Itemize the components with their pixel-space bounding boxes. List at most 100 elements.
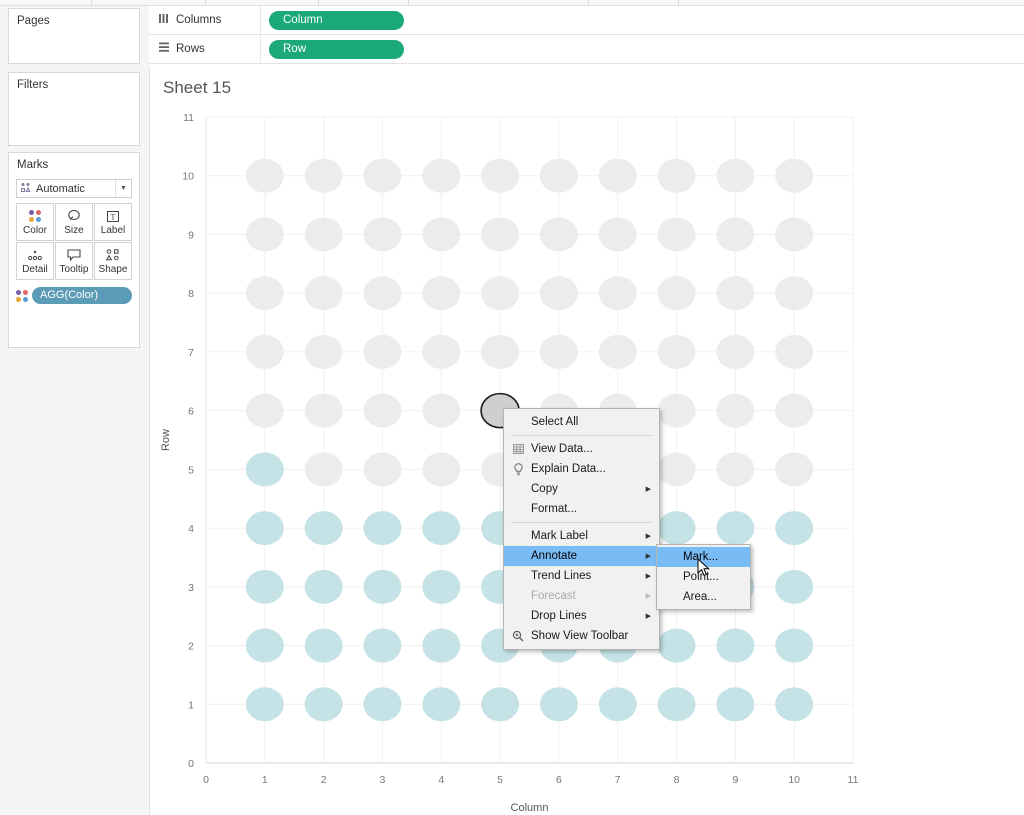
mark-point[interactable] [481,687,520,722]
mark-point[interactable] [245,276,284,311]
annotate-submenu[interactable]: Mark... Point... Area... [656,544,751,610]
mark-point[interactable] [422,393,461,428]
mark-point[interactable] [775,687,814,722]
mark-point[interactable] [363,334,402,369]
mark-point[interactable] [245,628,284,663]
mark-point[interactable] [775,217,814,252]
pill-column[interactable]: Column [269,10,404,30]
mark-point[interactable] [422,569,461,604]
context-menu-item-drop-lines[interactable]: Drop Lines ▶ [504,606,659,626]
mark-point[interactable] [716,158,755,193]
marks-shape-button[interactable]: Shape [94,242,132,280]
mark-point[interactable] [716,628,755,663]
pill-row[interactable]: Row [269,39,404,59]
mark-point[interactable] [775,393,814,428]
mark-point[interactable] [657,628,696,663]
mark-point[interactable] [716,217,755,252]
mark-point[interactable] [245,452,284,487]
annotate-submenu-item-area[interactable]: Area... [657,587,750,607]
mark-point[interactable] [245,687,284,722]
filters-card[interactable]: Filters [8,72,140,146]
mark-point[interactable] [422,158,461,193]
mark-point[interactable] [422,334,461,369]
context-menu-item-trend-lines[interactable]: Trend Lines ▶ [504,566,659,586]
mark-point[interactable] [539,334,578,369]
mark-point[interactable] [363,569,402,604]
mark-point[interactable] [422,276,461,311]
context-menu-item-mark-label[interactable]: Mark Label ▶ [504,526,659,546]
mark-point[interactable] [775,511,814,546]
mark-point[interactable] [422,628,461,663]
mark-point[interactable] [657,158,696,193]
mark-point[interactable] [304,158,343,193]
mark-point[interactable] [775,628,814,663]
mark-point[interactable] [657,217,696,252]
mark-point[interactable] [245,511,284,546]
mark-point[interactable] [304,393,343,428]
mark-point[interactable] [539,687,578,722]
mark-point[interactable] [775,569,814,604]
marks-color-button[interactable]: Color [16,203,54,241]
mark-point[interactable] [598,334,637,369]
marks-size-button[interactable]: Size [55,203,93,241]
rows-shelf-pills[interactable]: Row [261,39,1024,59]
mark-point[interactable] [775,158,814,193]
mark-point[interactable] [716,334,755,369]
mark-point[interactable] [363,158,402,193]
mark-point[interactable] [598,158,637,193]
mark-point[interactable] [598,687,637,722]
context-menu-item-show-view-toolbar[interactable]: Show View Toolbar [504,626,659,646]
mark-point[interactable] [363,276,402,311]
mark-point[interactable] [304,217,343,252]
mark-point[interactable] [363,628,402,663]
mark-point[interactable] [304,687,343,722]
mark-point[interactable] [539,158,578,193]
context-menu-item-format[interactable]: Format... [504,499,659,519]
context-menu[interactable]: Select All View Data... Explain Data... Cop… [503,408,660,650]
mark-point[interactable] [716,687,755,722]
pages-card[interactable]: Pages [8,8,140,64]
mark-point[interactable] [657,687,696,722]
mark-point[interactable] [657,334,696,369]
mark-point[interactable] [598,217,637,252]
mark-point[interactable] [422,687,461,722]
mark-point[interactable] [657,452,696,487]
rows-shelf[interactable]: Rows Row [149,34,1024,64]
mark-point[interactable] [657,393,696,428]
mark-point[interactable] [363,687,402,722]
mark-point[interactable] [716,511,755,546]
mark-point[interactable] [422,511,461,546]
agg-color-pill[interactable]: AGG(Color) [32,287,132,304]
mark-point[interactable] [716,452,755,487]
context-menu-item-annotate[interactable]: Annotate ▶ [504,546,659,566]
mark-point[interactable] [657,276,696,311]
columns-shelf-pills[interactable]: Column [261,10,1024,30]
chevron-down-icon[interactable]: ▼ [115,180,131,197]
columns-shelf[interactable]: Columns Column [149,5,1024,35]
mark-point[interactable] [481,334,520,369]
mark-point[interactable] [657,511,696,546]
marks-detail-button[interactable]: Detail [16,242,54,280]
context-menu-item-view-data[interactable]: View Data... [504,439,659,459]
mark-point[interactable] [245,569,284,604]
mark-point[interactable] [363,452,402,487]
marks-label-button[interactable]: T Label [94,203,132,241]
mark-point[interactable] [775,452,814,487]
mark-point[interactable] [422,217,461,252]
mark-point[interactable] [598,276,637,311]
annotate-submenu-item-point[interactable]: Point... [657,567,750,587]
mark-point[interactable] [363,217,402,252]
mark-point[interactable] [775,334,814,369]
mark-point[interactable] [481,276,520,311]
mark-point[interactable] [363,511,402,546]
mark-point[interactable] [304,569,343,604]
mark-point[interactable] [539,276,578,311]
mark-point[interactable] [422,452,461,487]
mark-point[interactable] [304,452,343,487]
mark-point[interactable] [716,276,755,311]
mark-type-dropdown[interactable]: Automatic ▼ [16,179,132,198]
marks-tooltip-button[interactable]: Tooltip [55,242,93,280]
annotate-submenu-item-mark[interactable]: Mark... [657,547,750,567]
mark-point[interactable] [304,628,343,663]
mark-point[interactable] [245,393,284,428]
